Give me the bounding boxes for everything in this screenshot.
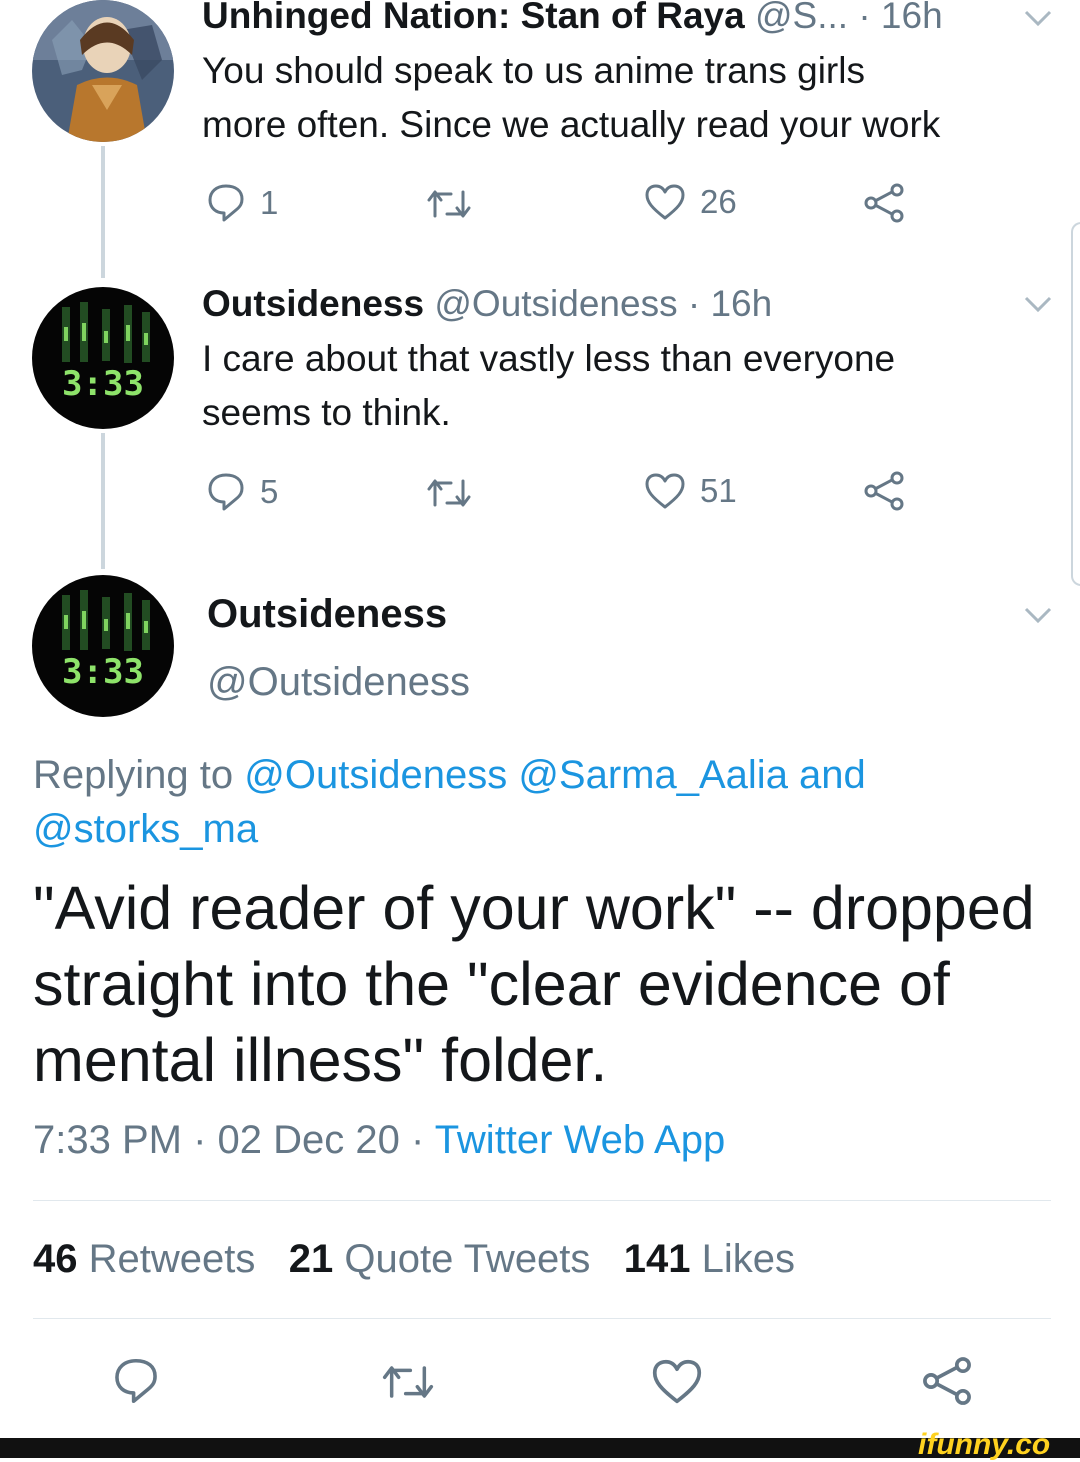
tweet2-author-handle[interactable]: @Outsideness bbox=[434, 283, 677, 324]
replying-prefix: Replying to bbox=[33, 753, 234, 797]
main-text-line: straight into the "clear evidence of bbox=[33, 950, 950, 1018]
avatar-unhinged-nation[interactable] bbox=[32, 0, 174, 142]
tweet1-share-button[interactable] bbox=[862, 182, 906, 224]
tweet1-text-line: more often. Since we actually read your … bbox=[202, 104, 941, 145]
main-retweet-button[interactable] bbox=[380, 1361, 436, 1403]
main-text-line: "Avid reader of your work" -- dropped bbox=[33, 874, 1035, 942]
tweet-stats: 46 Retweets 21 Quote Tweets 141 Likes bbox=[33, 1237, 795, 1282]
tweet2-reply-count: 5 bbox=[260, 473, 279, 510]
avatar-outsideness-main[interactable]: 3:33 bbox=[32, 575, 174, 717]
tweet1-text-line: You should speak to us anime trans girls bbox=[202, 50, 865, 91]
main-text-line: mental illness" folder. bbox=[33, 1026, 608, 1094]
tweet2-time[interactable]: · 16h bbox=[688, 283, 772, 324]
tweet2-reply-button[interactable]: 5 bbox=[206, 471, 278, 513]
retweets-stat[interactable]: 46 Retweets bbox=[33, 1237, 255, 1281]
reply-icon bbox=[208, 184, 244, 222]
retweet-icon bbox=[382, 1366, 434, 1398]
main-author-handle[interactable]: @Outsideness bbox=[207, 660, 470, 705]
main-like-button[interactable] bbox=[651, 1358, 703, 1405]
retweets-label: Retweets bbox=[88, 1237, 256, 1281]
main-reply-button[interactable] bbox=[112, 1356, 160, 1406]
tweet1-reply-button[interactable]: 1 bbox=[206, 182, 278, 224]
tweet2-retweet-button[interactable] bbox=[425, 475, 473, 511]
tweet1-author-name[interactable]: Unhinged Nation: Stan of Raya bbox=[202, 0, 745, 36]
retweet-icon bbox=[427, 190, 471, 218]
reply-icon bbox=[115, 1358, 157, 1404]
tweet1-author-handle[interactable]: @S... bbox=[755, 0, 848, 36]
quotes-label: Quote Tweets bbox=[344, 1237, 591, 1281]
tweet1-time[interactable]: · 16h bbox=[858, 0, 942, 36]
chevron-down-icon[interactable] bbox=[1020, 292, 1056, 316]
tweet1-text: You should speak to us anime trans girls… bbox=[202, 44, 1072, 152]
tweet-timestamp: 7:33 PM · 02 Dec 20 · Twitter Web App bbox=[33, 1118, 725, 1163]
reply-mention-link[interactable]: @Sarma_Aalia and bbox=[518, 753, 865, 797]
tweet2-like-button[interactable]: 51 bbox=[644, 472, 737, 510]
timestamp-text: 7:33 PM · 02 Dec 20 · bbox=[33, 1118, 425, 1162]
tweet1-retweet-button[interactable] bbox=[425, 186, 473, 222]
tweet2-like-count: 51 bbox=[700, 472, 737, 509]
likes-label: Likes bbox=[701, 1237, 796, 1281]
avatar-clock-text: 3:33 bbox=[62, 652, 144, 692]
avatar-outsideness[interactable]: 3:33 bbox=[32, 287, 174, 429]
likes-stat[interactable]: 141 Likes bbox=[624, 1237, 795, 1281]
main-share-button[interactable] bbox=[920, 1355, 974, 1407]
thread-connector bbox=[101, 433, 105, 569]
ifunny-watermark: ifunny.co bbox=[918, 1428, 1051, 1461]
share-icon bbox=[864, 471, 904, 511]
retweet-icon bbox=[427, 479, 471, 507]
replying-to: Replying to @Outsideness @Sarma_Aalia an… bbox=[33, 748, 1033, 856]
thread-connector bbox=[101, 146, 105, 278]
avatar-clock-text: 3:33 bbox=[62, 364, 144, 404]
reply-mention-link[interactable]: @Outsideness bbox=[244, 753, 507, 797]
tweet1-like-count: 26 bbox=[700, 183, 737, 220]
divider bbox=[33, 1200, 1051, 1201]
tweet1-reply-count: 1 bbox=[260, 184, 279, 221]
like-icon bbox=[652, 1359, 702, 1404]
like-icon bbox=[645, 473, 685, 509]
share-icon bbox=[864, 183, 904, 223]
tweet1-header: Unhinged Nation: Stan of Raya @S... · 16… bbox=[202, 0, 943, 38]
tweet2-header: Outsideness @Outsideness · 16h bbox=[202, 282, 772, 326]
quotes-stat[interactable]: 21 Quote Tweets bbox=[289, 1237, 591, 1281]
reply-icon bbox=[208, 473, 244, 511]
likes-count: 141 bbox=[623, 1237, 691, 1281]
retweets-count: 46 bbox=[33, 1237, 78, 1281]
scrollbar[interactable] bbox=[1071, 222, 1080, 586]
tweet2-text-line: seems to think. bbox=[202, 392, 451, 433]
chevron-down-icon[interactable] bbox=[1020, 6, 1056, 30]
tweet2-text-line: I care about that vastly less than every… bbox=[202, 338, 896, 379]
chevron-down-icon[interactable] bbox=[1020, 603, 1056, 627]
reply-mention-link[interactable]: @storks_ma bbox=[33, 807, 258, 851]
main-tweet-text: "Avid reader of your work" -- dropped st… bbox=[33, 870, 1073, 1098]
tweet2-author-name[interactable]: Outsideness bbox=[202, 283, 424, 324]
share-icon bbox=[923, 1357, 971, 1405]
main-author-name[interactable]: Outsideness bbox=[207, 592, 447, 637]
tweet2-share-button[interactable] bbox=[862, 470, 906, 512]
divider bbox=[33, 1318, 1051, 1319]
like-icon bbox=[645, 184, 685, 220]
tweet2-text: I care about that vastly less than every… bbox=[202, 332, 1062, 440]
source-link[interactable]: Twitter Web App bbox=[435, 1118, 726, 1162]
quotes-count: 21 bbox=[288, 1237, 334, 1281]
tweet1-like-button[interactable]: 26 bbox=[644, 183, 737, 221]
